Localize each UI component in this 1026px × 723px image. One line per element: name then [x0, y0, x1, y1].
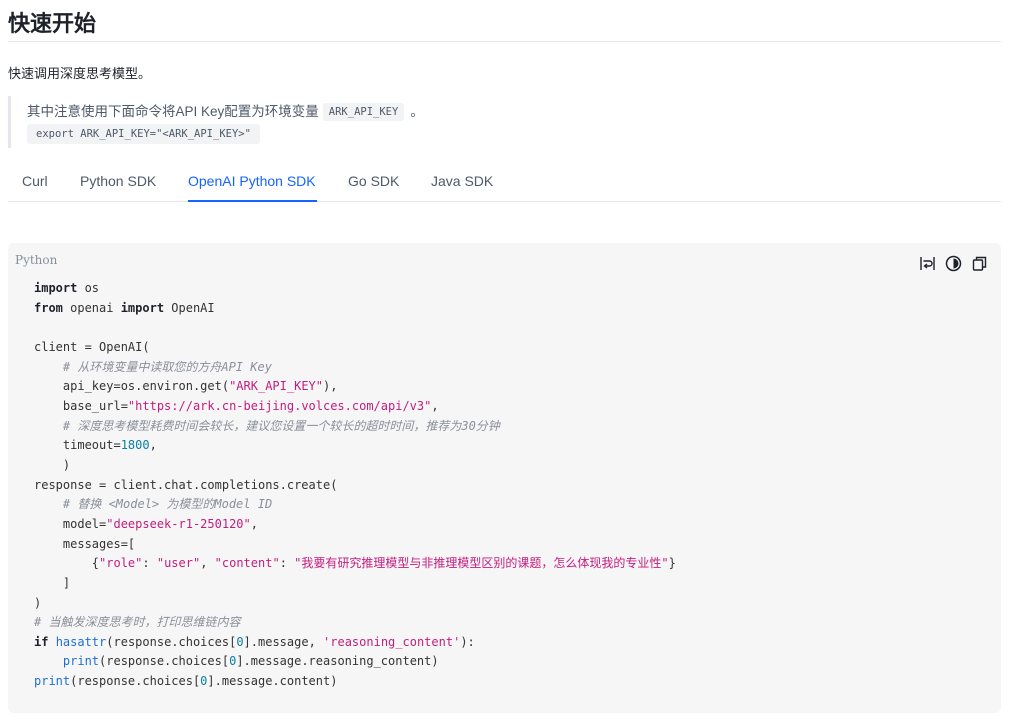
- code-line: from openai import OpenAI: [34, 301, 215, 315]
- code-token: ].message.content): [207, 674, 338, 689]
- code-token: hasattr: [55, 634, 107, 649]
- code-token: messages=[: [34, 536, 136, 551]
- code-token: openai: [62, 300, 121, 315]
- page-title: 快速开始: [8, 11, 97, 36]
- code-token: 0: [236, 634, 244, 649]
- code-line: api_key=os.environ.get("ARK_API_KEY"),: [34, 379, 338, 394]
- code-token: print: [62, 654, 100, 669]
- wrap-lines-icon[interactable]: [918, 254, 936, 272]
- code-content: import os from openai import OpenAI clie…: [34, 279, 676, 692]
- code-token: ): [34, 457, 71, 472]
- intro-text: 快速调用深度思考模型。: [8, 66, 152, 81]
- code-token: (response.choices[: [70, 674, 201, 689]
- code-token: # 深度思考模型耗费时间会较长，建议您设置一个较长的超时时间，推荐为30分钟: [34, 418, 500, 433]
- code-token: ]: [34, 575, 71, 590]
- theme-toggle-icon[interactable]: [944, 254, 962, 272]
- code-token: ): [34, 595, 42, 610]
- code-block: Python import os from openai import Open…: [8, 243, 1001, 713]
- code-token: {: [34, 556, 100, 571]
- env-note-callout: 其中注意使用下面命令将API Key配置为环境变量 ARK_API_KEY 。 ex…: [8, 96, 428, 148]
- code-line: ]: [34, 576, 70, 590]
- code-token: :: [279, 556, 295, 571]
- tab-curl[interactable]: Curl: [22, 173, 48, 189]
- code-line: ): [34, 458, 70, 472]
- code-toolbar: [918, 254, 988, 274]
- code-line: print(response.choices[0].message.conten…: [34, 674, 337, 688]
- code-token: (response.choices[: [99, 654, 230, 669]
- code-token: ,: [431, 398, 439, 413]
- tab-python-sdk[interactable]: Python SDK: [80, 173, 156, 189]
- code-token: :: [142, 556, 157, 571]
- code-line: ): [34, 596, 41, 610]
- code-line: print(response.choices[0].message.reason…: [34, 654, 439, 668]
- code-token: from: [34, 300, 63, 315]
- code-line: import os: [34, 281, 99, 295]
- code-token: (response.choices[: [106, 634, 237, 649]
- code-line: # 从环境变量中读取您的方舟API Key: [34, 360, 272, 374]
- title-divider: [8, 41, 1001, 42]
- code-line: # 替换 <Model> 为模型的Model ID: [34, 497, 272, 511]
- tab-java-sdk[interactable]: Java SDK: [431, 173, 493, 189]
- code-token: client = OpenAI(: [34, 339, 150, 354]
- code-token: "content": [214, 556, 280, 571]
- copy-icon[interactable]: [970, 254, 988, 272]
- tab-openai-python-sdk[interactable]: OpenAI Python SDK: [188, 173, 316, 189]
- code-token: "我要有研究推理模型与非推理模型区别的课题，怎么体现我的专业性": [294, 556, 669, 571]
- code-token: ,: [200, 556, 215, 571]
- code-language-label: Python: [15, 253, 58, 267]
- code-token: # 从环境变量中读取您的方舟API Key: [34, 359, 272, 374]
- code-token: base_url=: [34, 398, 128, 413]
- code-line: base_url="https://ark.cn-beijing.volces.…: [34, 399, 439, 413]
- code-token: print: [34, 674, 71, 689]
- code-token: ].message.reasoning_content): [236, 654, 439, 669]
- code-line: timeout=1800,: [34, 438, 157, 452]
- code-token: ),: [323, 379, 338, 394]
- code-token: ].message,: [243, 634, 324, 649]
- code-token: api_key=os.environ.get(: [34, 379, 230, 394]
- code-token: timeout=: [34, 438, 121, 453]
- code-token: 1800: [120, 438, 150, 453]
- code-token: "role": [99, 556, 143, 571]
- env-note-suffix: 。: [410, 104, 424, 119]
- code-token: model=: [34, 516, 107, 531]
- code-line: response = client.chat.completions.creat…: [34, 478, 337, 492]
- code-token: import: [120, 300, 165, 315]
- export-command-code: export ARK_API_KEY="<ARK_API_KEY>": [27, 124, 260, 144]
- code-token: "ARK_API_KEY": [229, 379, 323, 394]
- tab-go-sdk[interactable]: Go SDK: [348, 173, 399, 189]
- code-token: os: [77, 281, 100, 295]
- env-note-label: 其中注意使用下面命令将API Key配置为环境变量: [27, 104, 319, 119]
- code-line: {"role": "user", "content": "我要有研究推理模型与非…: [34, 556, 676, 570]
- code-token: response = client.chat.completions.creat…: [34, 477, 338, 492]
- code-line: # 深度思考模型耗费时间会较长，建议您设置一个较长的超时时间，推荐为30分钟: [34, 419, 500, 433]
- code-token: "deepseek-r1-250120": [106, 516, 251, 531]
- code-token: # 当触发深度思考时，打印思维链内容: [34, 615, 241, 630]
- env-var-code: ARK_API_KEY: [322, 103, 405, 121]
- code-line: client = OpenAI(: [34, 340, 150, 354]
- code-token: "https://ark.cn-beijing.volces.com/api/v…: [127, 398, 432, 413]
- sdk-tabs: Curl Python SDK OpenAI Python SDK Go SDK…: [8, 167, 1001, 202]
- code-line: # 当触发深度思考时，打印思维链内容: [34, 615, 240, 629]
- env-note-text: 其中注意使用下面命令将API Key配置为环境变量 ARK_API_KEY 。: [27, 100, 424, 121]
- code-token: ):: [460, 634, 475, 649]
- code-token: ,: [149, 438, 157, 453]
- code-line: model="deepseek-r1-250120",: [34, 517, 258, 531]
- code-token: import: [34, 281, 78, 295]
- code-token: OpenAI: [164, 300, 215, 315]
- code-token: }: [668, 556, 676, 571]
- code-line: if hasattr(response.choices[0].message, …: [34, 635, 475, 649]
- code-token: ,: [250, 516, 258, 531]
- code-token: if: [34, 634, 49, 649]
- active-tab-indicator: [188, 200, 317, 202]
- code-token: # 替换 <Model> 为模型的Model ID: [34, 497, 273, 512]
- code-token: "user": [156, 556, 201, 571]
- code-token: 'reasoning_content': [323, 634, 461, 649]
- code-line: messages=[: [34, 537, 135, 551]
